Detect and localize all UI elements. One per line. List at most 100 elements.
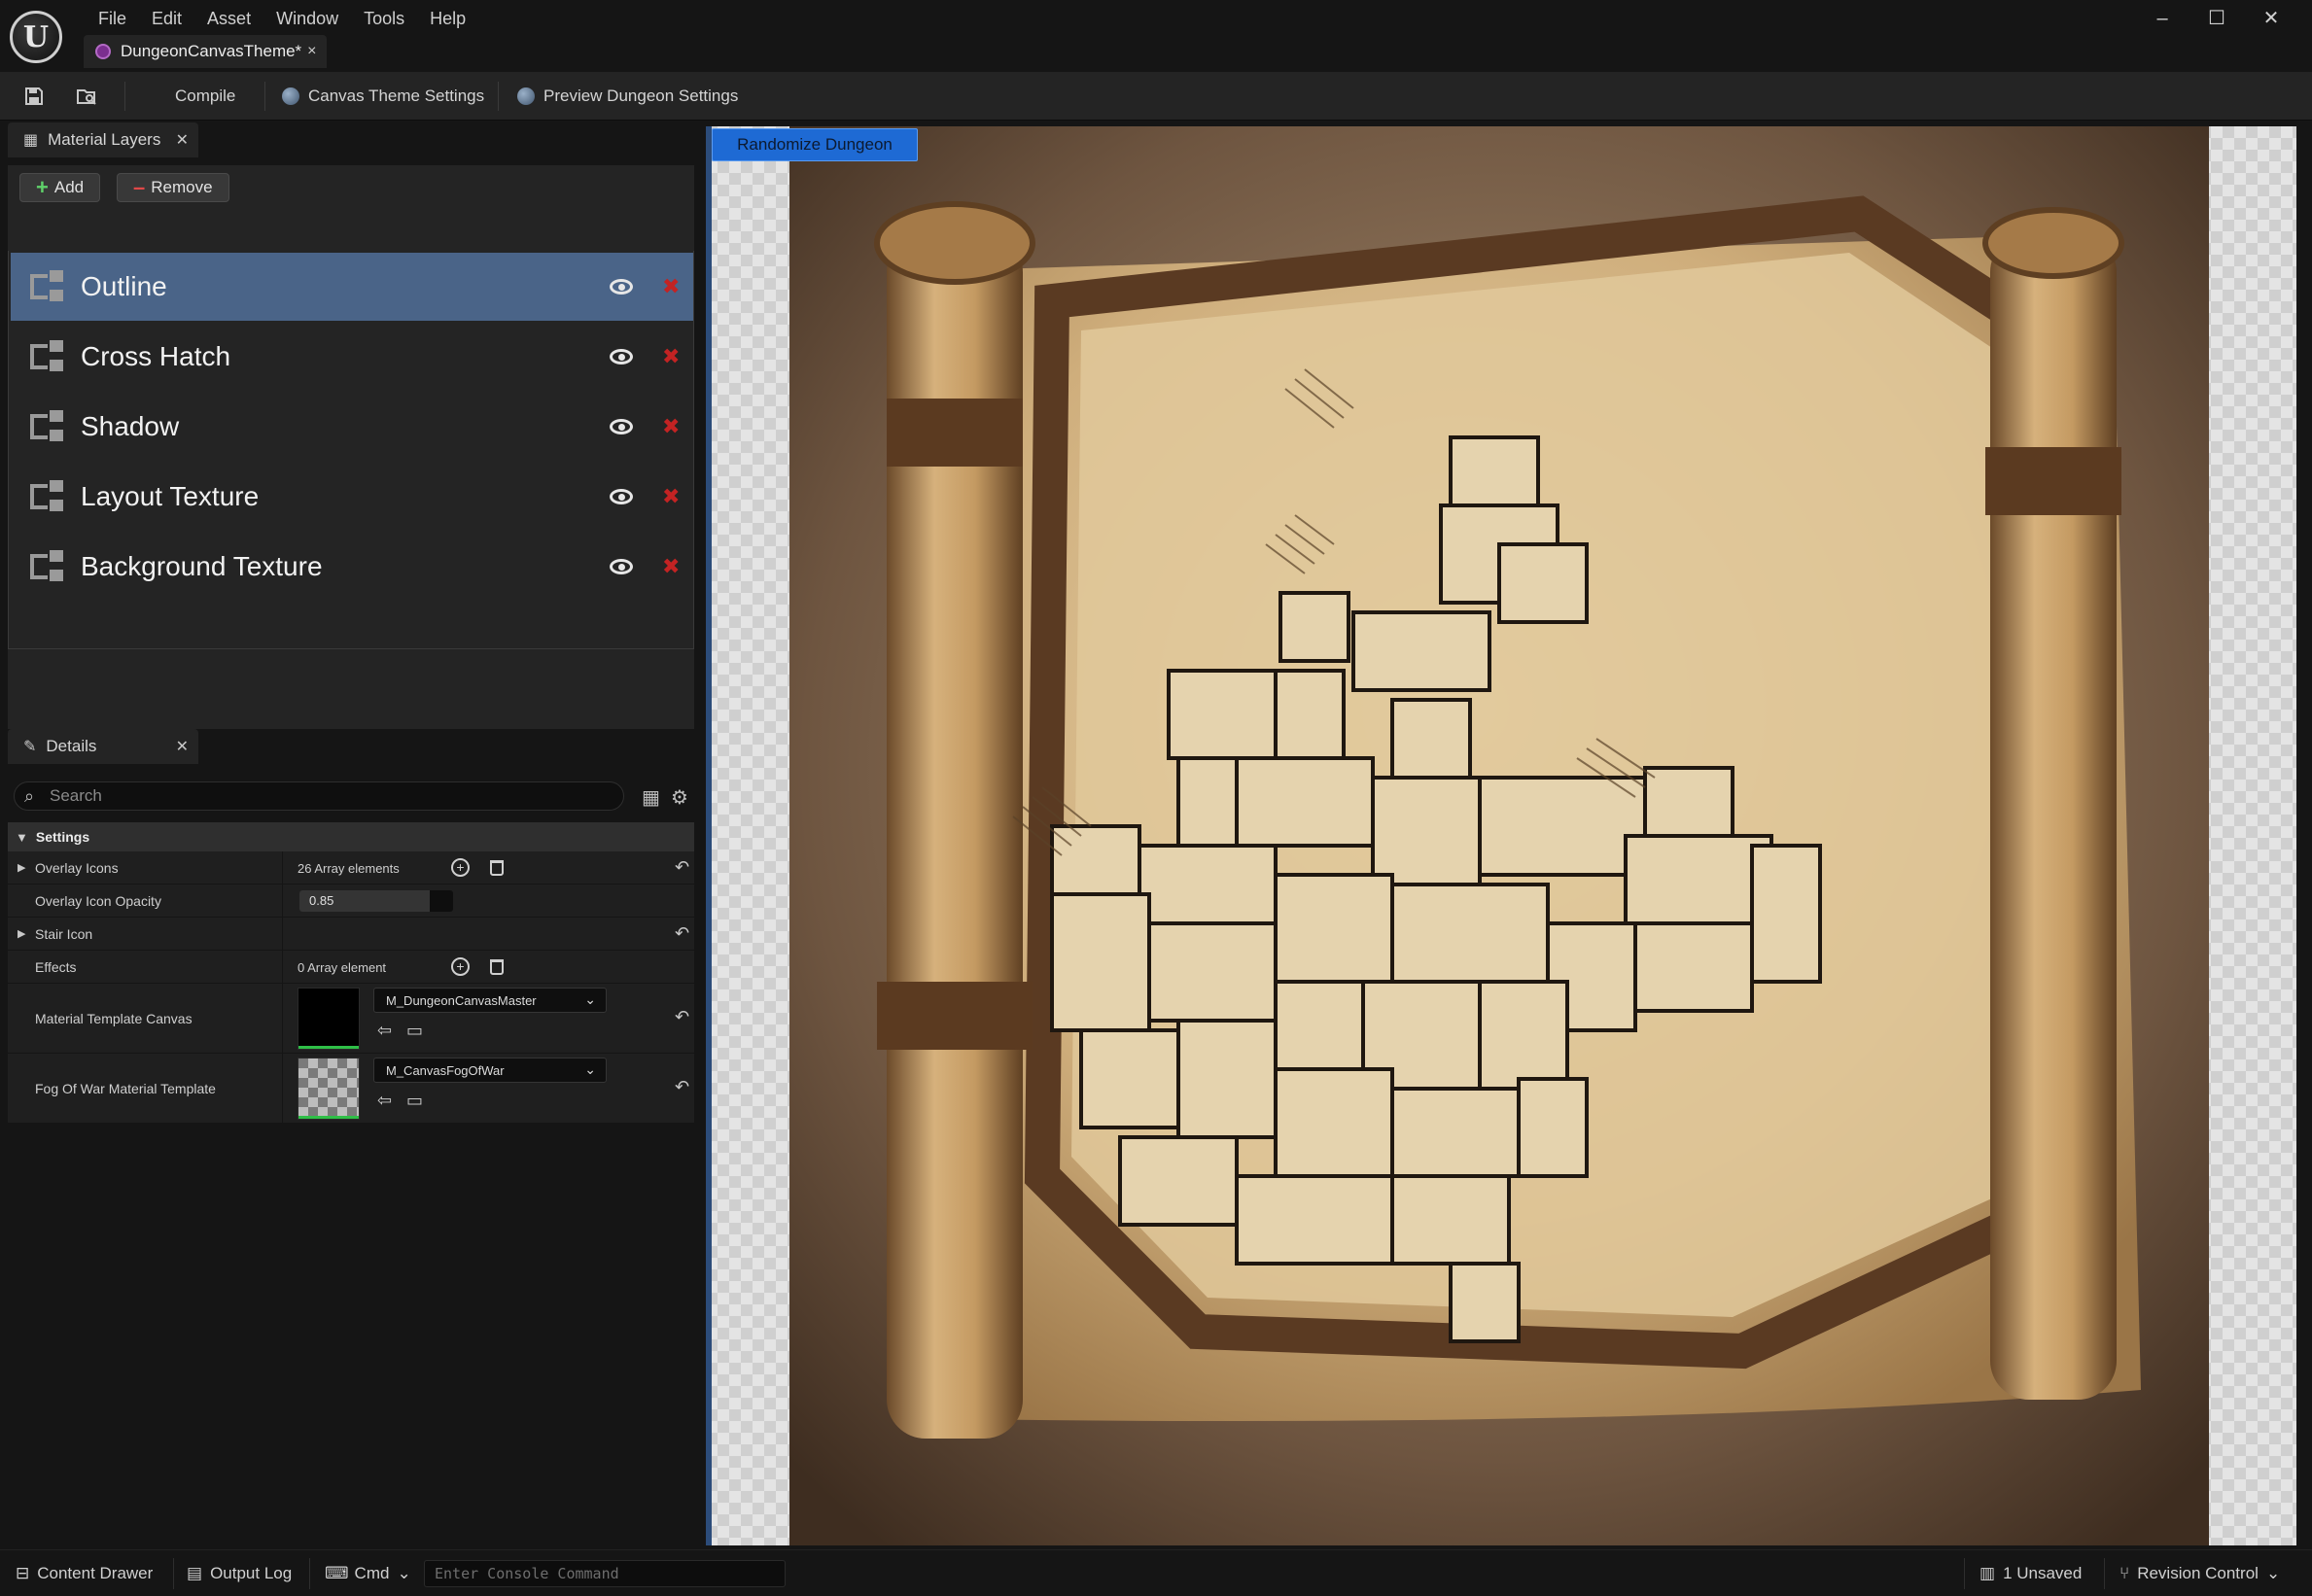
status-bar: ⊟ Content Drawer ▤ Output Log ⌨ Cmd ⌄ ▥ … [0,1549,2312,1596]
delete-layer-icon[interactable]: ✖ [662,344,680,369]
search-input[interactable] [50,784,613,808]
menu-window[interactable]: Window [263,8,351,29]
canvas-theme-settings-button[interactable]: Canvas Theme Settings [282,84,484,109]
material-template-canvas-picker[interactable]: M_DungeonCanvasMaster ⌄ [373,988,607,1013]
unsaved-button[interactable]: ▥ 1 Unsaved [1979,1562,2082,1585]
close-window-icon[interactable]: ✕ [2244,6,2298,31]
close-tab-icon[interactable]: × [307,43,316,60]
layer-row-outline[interactable]: Outline ✖ [11,253,693,321]
search-icon: ⌕ [24,786,35,806]
expand-triangle-icon[interactable]: ▶ [18,927,25,940]
add-element-icon[interactable]: + [451,957,470,976]
toolbar-separator [264,82,265,111]
output-log-button[interactable]: ▤ Output Log [187,1562,292,1585]
layers-icon: ▦ [23,132,39,149]
browse-asset-button[interactable] [76,84,97,109]
menu-edit[interactable]: Edit [139,8,194,29]
material-thumbnail[interactable] [298,988,360,1050]
randomize-dungeon-button[interactable]: Randomize Dungeon [712,128,918,161]
unsaved-file-icon: ▥ [1979,1564,1996,1582]
column-divider[interactable] [282,918,283,950]
compile-button[interactable]: Compile [175,84,235,109]
layer-row-shadow[interactable]: Shadow ✖ [11,393,693,461]
document-tab[interactable]: DungeonCanvasTheme* × [84,35,327,68]
save-icon [25,87,43,105]
material-layer-icon [30,480,65,513]
maximize-icon[interactable]: ☐ [2189,6,2244,31]
console-command-input[interactable] [425,1561,785,1586]
asset-name: M_DungeonCanvasMaster [386,993,537,1008]
browse-folder-icon[interactable]: ▭ [406,1021,423,1041]
details-panel: ⌕ ▦ ⚙ ▼ Settings ▶ Overlay Icons 26 Arra… [8,768,694,1128]
add-element-icon[interactable]: + [451,858,470,877]
eye-icon[interactable] [610,349,633,364]
content-drawer-button[interactable]: ⊟ Content Drawer [16,1562,153,1585]
use-selected-arrow-icon[interactable]: ⇦ [377,1021,392,1041]
reset-to-default-icon[interactable]: ↶ [675,1077,689,1097]
eye-icon[interactable] [610,559,633,574]
column-divider[interactable] [282,984,283,1053]
use-selected-arrow-icon[interactable]: ⇦ [377,1091,392,1111]
opacity-slider[interactable]: 0.85 [299,890,453,912]
menu-asset[interactable]: Asset [194,8,263,29]
reset-to-default-icon[interactable]: ↶ [675,1007,689,1027]
column-divider[interactable] [282,1054,283,1123]
gear-icon[interactable]: ⚙ [671,785,688,810]
property-material-template-canvas: Material Template Canvas M_DungeonCanvas… [8,984,694,1054]
menu-help[interactable]: Help [417,8,478,29]
delete-layer-icon[interactable]: ✖ [662,484,680,509]
settings-section-header[interactable]: ▼ Settings [8,822,694,851]
toolbar: Compile Canvas Theme Settings Preview Du… [0,72,2312,121]
details-title: Details [46,737,97,755]
trash-icon[interactable] [490,860,504,876]
menu-tools[interactable]: Tools [351,8,417,29]
reset-to-default-icon[interactable]: ↶ [675,857,689,878]
column-divider[interactable] [282,885,283,917]
add-layer-button[interactable]: + Add [19,173,101,202]
close-panel-icon[interactable]: ✕ [176,737,189,756]
close-panel-icon[interactable]: ✕ [176,130,189,150]
property-effects: Effects 0 Array element + [8,951,694,984]
eye-icon[interactable] [610,279,633,295]
output-log-icon: ▤ [187,1564,203,1582]
layer-label: Cross Hatch [81,341,231,371]
material-layers-panel: + Add – Remove Outline ✖ Cross Hatch ✖ S… [8,165,694,729]
save-button[interactable] [23,84,45,109]
tab-details[interactable]: ✎ Details ✕ [8,729,198,764]
canvas-preview-viewport[interactable] [706,126,2296,1545]
layer-row-layout-texture[interactable]: Layout Texture ✖ [11,463,693,531]
globe-icon [282,87,299,105]
fog-of-war-material-picker[interactable]: M_CanvasFogOfWar ⌄ [373,1058,607,1083]
layer-row-cross-hatch[interactable]: Cross Hatch ✖ [11,323,693,391]
reset-to-default-icon[interactable]: ↶ [675,923,689,944]
console-command-field [424,1560,786,1587]
section-label: Settings [35,829,90,845]
fog-material-thumbnail[interactable] [298,1058,360,1120]
eye-icon[interactable] [610,419,633,434]
delete-layer-icon[interactable]: ✖ [662,414,680,439]
minus-icon: – [133,175,146,199]
table-view-icon[interactable]: ▦ [642,785,660,810]
property-fog-of-war-material-template: Fog Of War Material Template M_CanvasFog… [8,1054,694,1124]
chevron-down-icon: ⌄ [584,1061,596,1077]
trash-icon[interactable] [490,959,504,975]
expand-triangle-icon[interactable]: ▶ [18,861,25,874]
property-name: Stair Icon [35,926,93,942]
minimize-icon[interactable]: – [2135,6,2189,31]
delete-layer-icon[interactable]: ✖ [662,274,680,299]
unreal-engine-logo-icon[interactable]: U [10,11,62,63]
cmd-dropdown[interactable]: ⌨ Cmd ⌄ [325,1562,411,1585]
revision-control-button[interactable]: ⑂ Revision Control ⌄ [2119,1562,2280,1585]
browse-folder-icon[interactable]: ▭ [406,1091,423,1111]
preview-dungeon-settings-button[interactable]: Preview Dungeon Settings [517,84,738,109]
column-divider[interactable] [282,851,283,884]
layer-row-background-texture[interactable]: Background Texture ✖ [11,533,693,601]
delete-layer-icon[interactable]: ✖ [662,554,680,579]
menu-file[interactable]: File [86,8,139,29]
layer-label: Shadow [81,411,180,441]
property-name: Overlay Icons [35,860,119,876]
eye-icon[interactable] [610,489,633,504]
tab-material-layers[interactable]: ▦ Material Layers ✕ [8,122,198,157]
remove-layer-button[interactable]: – Remove [117,173,229,202]
column-divider[interactable] [282,951,283,983]
